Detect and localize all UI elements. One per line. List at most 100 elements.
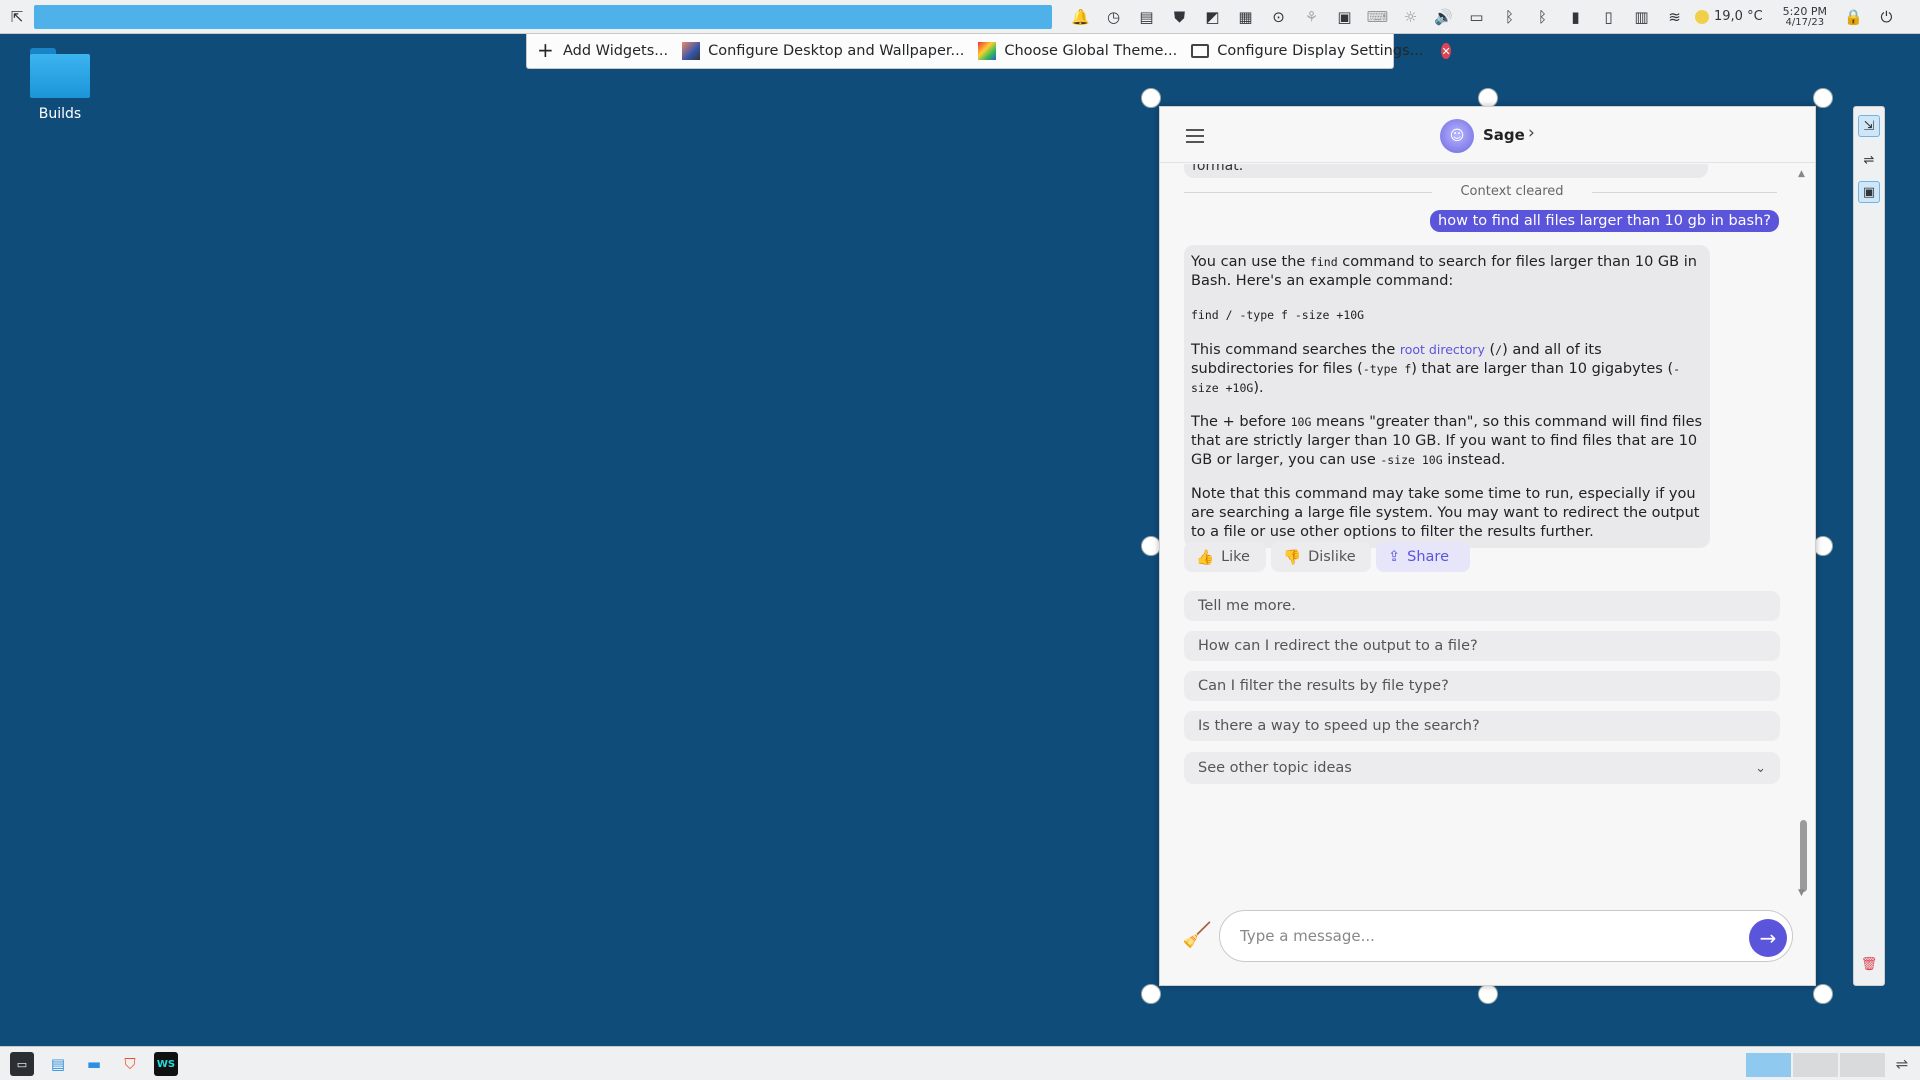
bulb-icon[interactable]: ☼	[1394, 0, 1427, 34]
system-tray: 🔔 ◷ ▤ ⛊ ◩ ▦ ⊙ ⚘ ▣ ⌨ ☼ 🔊 ▭ ᛒ ᛒ ▮ ▯ ▥ ≋ 19…	[1064, 0, 1903, 34]
clock-time: 5:20 PM	[1782, 4, 1827, 18]
configure-widget-icon[interactable]: ⇌	[1858, 149, 1880, 171]
configure-display-button[interactable]: Configure Display Settings...	[1191, 43, 1423, 59]
display-icon	[1191, 44, 1210, 58]
suggestion-chip[interactable]: Is there a way to speed up the search?	[1184, 711, 1780, 741]
sun-icon	[1695, 9, 1709, 24]
see-other-topics-button[interactable]: See other topic ideas ⌄	[1184, 752, 1780, 784]
resize-handle-right[interactable]	[1813, 536, 1833, 556]
resize-handle-bottom-left[interactable]	[1141, 984, 1161, 1004]
panel-task-area[interactable]	[34, 4, 1052, 29]
scrollbar-thumb[interactable]	[1800, 820, 1807, 892]
suggestion-chip[interactable]: How can I redirect the output to a file?	[1184, 631, 1780, 661]
resize-handle-top[interactable]	[1478, 88, 1498, 108]
chevron-right-icon[interactable]: ›	[1528, 123, 1535, 143]
menu-icon[interactable]	[1186, 129, 1204, 143]
widget-side-toolbar: ⇲ ⇌ ▣ 🗑	[1853, 106, 1885, 986]
theme-icon	[978, 42, 997, 60]
clock-date: 4/17/23	[1785, 16, 1825, 28]
notifications-icon[interactable]: 🔔	[1064, 0, 1097, 34]
remove-widget-trash-icon[interactable]: 🗑	[1858, 953, 1880, 975]
clipboard-icon[interactable]: ▤	[1130, 0, 1163, 34]
like-button[interactable]: 👍 Like	[1184, 542, 1266, 572]
webstorm-icon[interactable]: WS	[154, 1052, 178, 1076]
previous-message-bubble: format.	[1184, 164, 1708, 178]
clipboard2-icon[interactable]: ▣	[1328, 0, 1361, 34]
move-widget-icon[interactable]: ⇲	[1858, 115, 1880, 137]
desktop-edit-toolbar: + Add Widgets... Configure Desktop and Wa…	[526, 34, 1451, 69]
configure-desktop-button[interactable]: Configure Desktop and Wallpaper...	[682, 42, 964, 60]
wifi-icon[interactable]: ≋	[1658, 0, 1691, 34]
power-icon[interactable]: ⏻	[1870, 0, 1903, 34]
weather-widget[interactable]: 19,0 °C	[1695, 9, 1763, 24]
lock-icon[interactable]: 🔒	[1837, 0, 1870, 34]
chat-messages[interactable]: format. Context cleared how to find all …	[1160, 164, 1815, 904]
brave-browser-icon[interactable]: ⛉	[118, 1052, 142, 1076]
resize-handle-bottom-right[interactable]	[1813, 984, 1833, 1004]
resize-handle-top-right[interactable]	[1813, 88, 1833, 108]
desktop-icon-builds[interactable]: Builds	[20, 46, 100, 122]
divider	[1592, 192, 1777, 193]
bot-avatar[interactable]: ☺	[1440, 119, 1474, 153]
scrollbar-track[interactable]	[1797, 170, 1809, 900]
shield-icon[interactable]: ⛊	[1163, 0, 1196, 34]
root-directory-link[interactable]: root directory	[1400, 342, 1485, 357]
bottom-taskbar: ▭ ▤ ▬ ⛉ WS ⇌	[0, 1046, 1920, 1080]
dislike-button[interactable]: 👎 Dislike	[1271, 542, 1371, 572]
user-message-bubble: how to find all files larger than 10 gb …	[1430, 210, 1779, 232]
usb-icon[interactable]: ▮	[1559, 0, 1592, 34]
app-icon[interactable]: ◩	[1196, 0, 1229, 34]
discover-store-icon[interactable]: ▤	[46, 1052, 70, 1076]
application-launcher-icon[interactable]: ⇱	[0, 0, 34, 34]
panel-settings-icon[interactable]: ⇌	[1890, 1052, 1914, 1076]
chat-widget: ☺ Sage › format. Context cleared how to …	[1159, 106, 1816, 986]
arrow-right-icon: →	[1759, 926, 1777, 950]
file-manager-icon[interactable]: ▬	[82, 1052, 106, 1076]
connect-icon[interactable]: ⚘	[1295, 0, 1328, 34]
choose-theme-button[interactable]: Choose Global Theme...	[978, 42, 1177, 60]
desktop-icon-label: Builds	[38, 106, 82, 122]
weather-temp: 19,0 °C	[1714, 9, 1763, 24]
scroll-up-arrow[interactable]: ▲	[1798, 169, 1805, 179]
divider	[1184, 192, 1432, 193]
clear-context-broom-icon[interactable]: 🧹	[1182, 921, 1212, 949]
thumbs-down-icon: 👎	[1283, 549, 1302, 566]
disk-icon[interactable]: ▥	[1625, 0, 1658, 34]
desktop-pager-1[interactable]	[1746, 1053, 1791, 1077]
chevron-down-icon: ⌄	[1755, 760, 1766, 776]
notes-icon[interactable]: ▦	[1229, 0, 1262, 34]
keyboard-icon[interactable]: ⌨	[1361, 0, 1394, 34]
folder-icon	[30, 46, 90, 98]
bluetooth2-icon[interactable]: ᛒ	[1526, 0, 1559, 34]
suggestion-chip[interactable]: Tell me more.	[1184, 591, 1780, 621]
resize-handle-top-left[interactable]	[1141, 88, 1161, 108]
close-icon[interactable]: ✕	[1441, 43, 1451, 59]
message-input[interactable]	[1219, 910, 1793, 962]
response-paragraph: The + before 10G means "greater than", s…	[1191, 414, 1703, 468]
bot-name[interactable]: Sage	[1483, 126, 1525, 144]
clock-icon[interactable]: ◷	[1097, 0, 1130, 34]
widget-info-icon[interactable]: ▣	[1858, 181, 1880, 203]
bot-message-bubble: You can use the find command to search f…	[1184, 245, 1710, 548]
accessibility-icon[interactable]: ⊙	[1262, 0, 1295, 34]
bluetooth-icon[interactable]: ᛒ	[1493, 0, 1526, 34]
device-icon[interactable]: ▯	[1592, 0, 1625, 34]
add-widgets-button[interactable]: + Add Widgets...	[537, 38, 668, 62]
plus-icon: +	[537, 38, 554, 62]
context-cleared-label: Context cleared	[1460, 184, 1564, 199]
digital-clock[interactable]: 5:20 PM 4/17/23	[1783, 6, 1827, 28]
desktop-pager-2[interactable]	[1793, 1053, 1838, 1077]
terminal-icon[interactable]: ▭	[10, 1052, 34, 1076]
suggestion-chip[interactable]: Can I filter the results by file type?	[1184, 671, 1780, 701]
resize-handle-bottom[interactable]	[1478, 984, 1498, 1004]
chat-header: ☺ Sage ›	[1160, 107, 1815, 163]
battery-icon[interactable]: ▭	[1460, 0, 1493, 34]
response-paragraph: Note that this command may take some tim…	[1191, 486, 1700, 540]
desktop-pager-3[interactable]	[1840, 1053, 1885, 1077]
resize-handle-left[interactable]	[1141, 536, 1161, 556]
volume-icon[interactable]: 🔊	[1427, 0, 1460, 34]
code-block: find / -type f -size +10G	[1191, 308, 1365, 322]
scroll-down-arrow[interactable]: ▼	[1798, 888, 1805, 898]
share-button[interactable]: ⇪ Share	[1376, 542, 1470, 572]
send-button[interactable]: →	[1749, 919, 1787, 957]
